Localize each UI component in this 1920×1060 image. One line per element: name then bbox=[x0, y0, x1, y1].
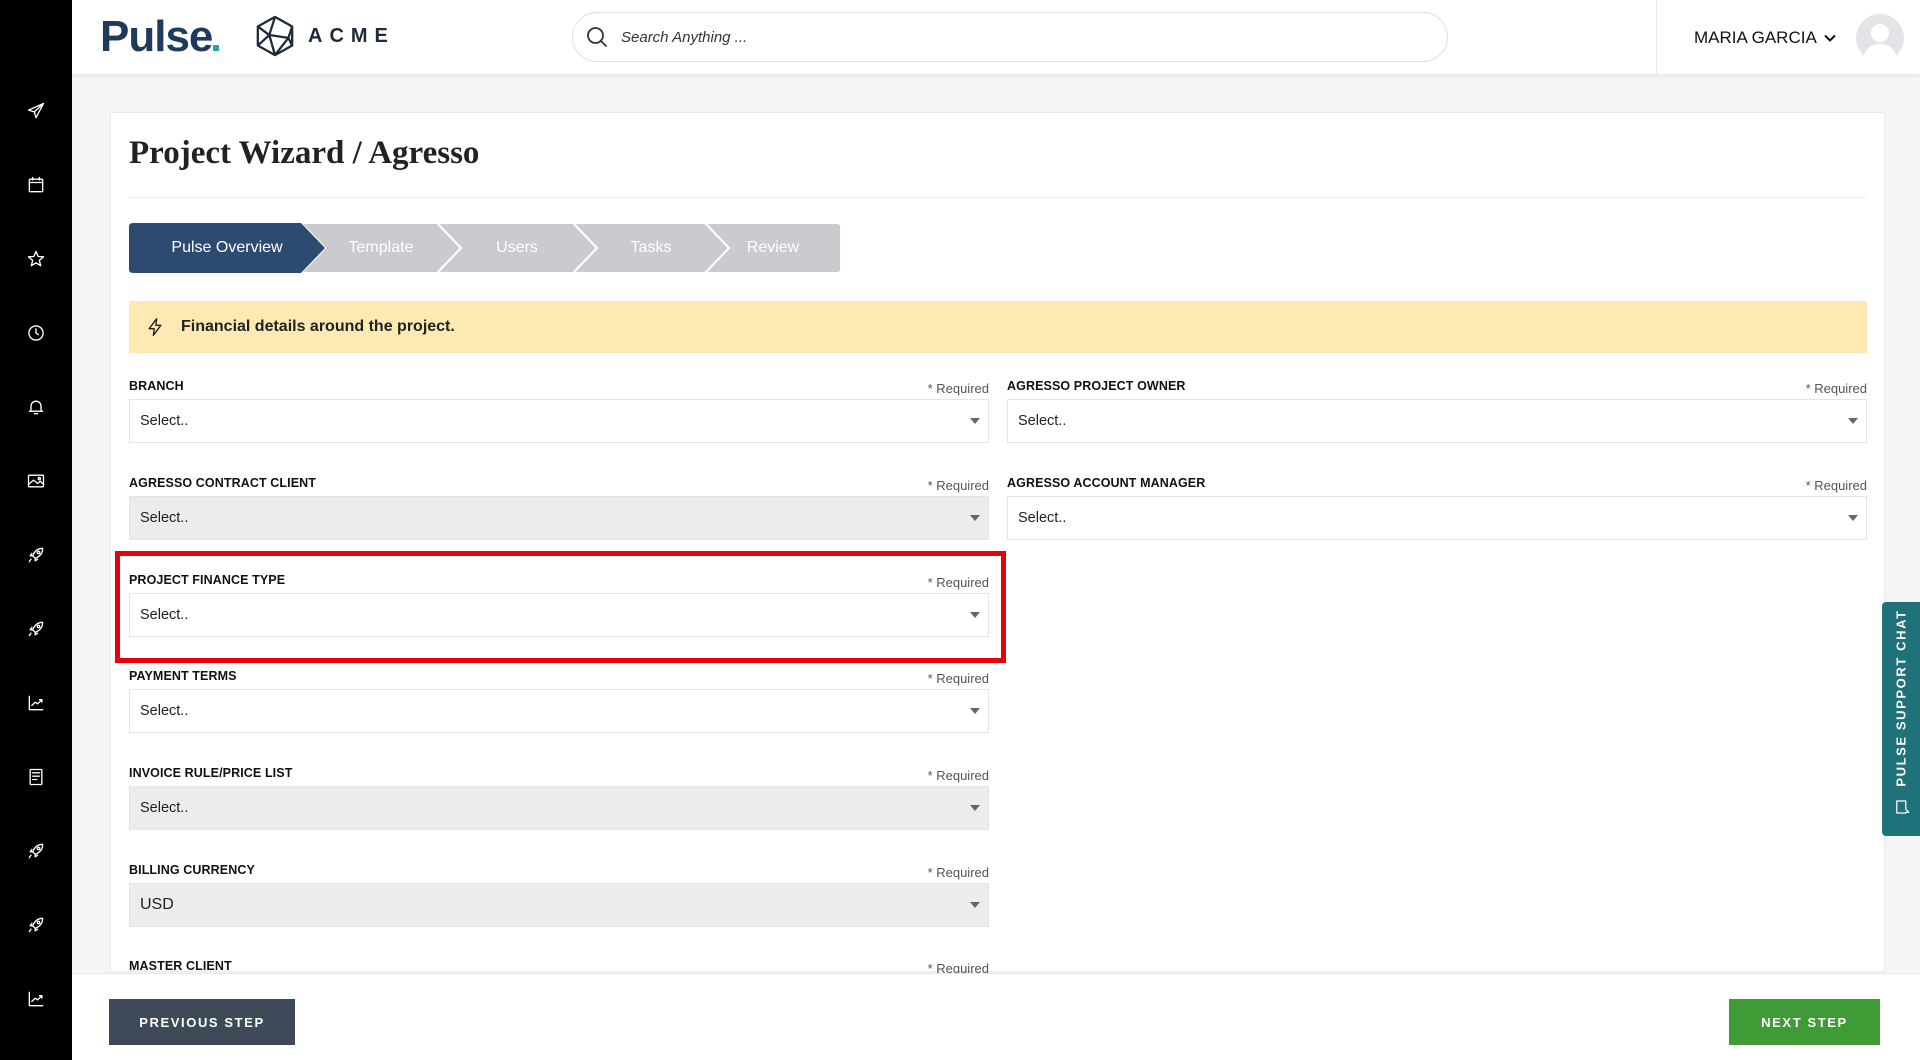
acme-logo-icon bbox=[256, 15, 294, 57]
caret-down-icon bbox=[970, 902, 980, 908]
support-chat-label: PULSE SUPPORT CHAT bbox=[1893, 609, 1909, 787]
rocket-icon[interactable] bbox=[24, 543, 48, 567]
field-label: BILLING CURRENCY bbox=[129, 863, 255, 877]
required-indicator: * Required bbox=[927, 961, 989, 973]
field-label: AGRESSO ACCOUNT MANAGER bbox=[1007, 476, 1206, 490]
previous-step-button[interactable]: PREVIOUS STEP bbox=[109, 999, 295, 1045]
select-value: Select.. bbox=[140, 510, 189, 526]
info-banner: Financial details around the project. bbox=[129, 301, 1867, 353]
step-label: Review bbox=[746, 239, 800, 256]
step-users[interactable]: Users bbox=[437, 223, 597, 273]
search-input[interactable] bbox=[621, 28, 1401, 46]
search-icon bbox=[587, 27, 607, 47]
caret-down-icon bbox=[1848, 418, 1858, 424]
banner-text: Financial details around the project. bbox=[181, 318, 455, 335]
select-value: Select.. bbox=[1018, 510, 1067, 526]
user-name: MARIA GARCIA bbox=[1694, 28, 1817, 47]
caret-down-icon bbox=[970, 418, 980, 424]
lightning-icon bbox=[148, 318, 162, 336]
paper-plane-icon[interactable] bbox=[24, 99, 48, 123]
footer-bar: PREVIOUS STEP NEXT STEP bbox=[72, 973, 1920, 1060]
select-value: Select.. bbox=[140, 413, 189, 429]
caret-down-icon bbox=[970, 708, 980, 714]
calendar-icon[interactable] bbox=[24, 173, 48, 197]
payment-terms-select[interactable]: Select.. bbox=[129, 689, 989, 733]
bell-icon[interactable] bbox=[24, 395, 48, 419]
master-client-field: MASTER CLIENT * Required bbox=[129, 959, 989, 973]
chevron-down-icon bbox=[1824, 34, 1836, 42]
agresso-project-owner-select[interactable]: Select.. bbox=[1007, 399, 1867, 443]
field-label: MASTER CLIENT bbox=[129, 959, 232, 973]
select-value: Select.. bbox=[140, 607, 189, 623]
select-value: Select.. bbox=[1018, 413, 1067, 429]
step-pulse-overview[interactable]: Pulse Overview bbox=[129, 223, 325, 273]
required-indicator: * Required bbox=[927, 671, 989, 686]
avatar[interactable] bbox=[1856, 14, 1904, 62]
step-template[interactable]: Template bbox=[301, 223, 461, 273]
field-label: INVOICE RULE/PRICE LIST bbox=[129, 766, 293, 780]
search-bar[interactable] bbox=[572, 12, 1448, 62]
agresso-account-manager-select[interactable]: Select.. bbox=[1007, 496, 1867, 540]
agresso-contract-client-select[interactable]: Select.. bbox=[129, 496, 989, 540]
support-chat-tab[interactable]: PULSE SUPPORT CHAT bbox=[1882, 602, 1920, 836]
branch-select[interactable]: Select.. bbox=[129, 399, 989, 443]
step-label: Pulse Overview bbox=[171, 239, 283, 256]
step-label: Tasks bbox=[630, 239, 672, 256]
project-finance-type-select[interactable]: Select.. bbox=[129, 593, 989, 637]
select-value: Select.. bbox=[140, 800, 189, 816]
page-title: Project Wizard / Agresso bbox=[129, 135, 480, 171]
required-indicator: * Required bbox=[927, 381, 989, 396]
wizard-steps: Pulse Overview Template Users Tasks Revi… bbox=[129, 223, 841, 273]
required-indicator: * Required bbox=[927, 478, 989, 493]
field-label: AGRESSO PROJECT OWNER bbox=[1007, 379, 1186, 393]
pulse-logo-text: Pulse bbox=[100, 12, 213, 61]
next-step-button[interactable]: NEXT STEP bbox=[1729, 999, 1880, 1045]
required-indicator: * Required bbox=[927, 865, 989, 880]
step-label: Template bbox=[348, 239, 414, 256]
select-value: Select.. bbox=[140, 703, 189, 719]
top-header: Pulse ACME MARIA GARCIA bbox=[72, 0, 1920, 74]
chart-icon[interactable] bbox=[24, 987, 48, 1011]
star-icon[interactable] bbox=[24, 247, 48, 271]
acme-brand-text: ACME bbox=[308, 24, 395, 47]
caret-down-icon bbox=[970, 515, 980, 521]
rocket-icon[interactable] bbox=[24, 839, 48, 863]
image-icon[interactable] bbox=[24, 469, 48, 493]
invoice-rule-select[interactable]: Select.. bbox=[129, 786, 989, 830]
user-menu[interactable]: MARIA GARCIA bbox=[1694, 28, 1837, 48]
caret-down-icon bbox=[970, 805, 980, 811]
field-label: PROJECT FINANCE TYPE bbox=[129, 573, 286, 587]
required-indicator: * Required bbox=[1805, 381, 1867, 396]
field-label: BRANCH bbox=[129, 379, 184, 393]
title-divider bbox=[129, 197, 1867, 198]
pulse-logo[interactable]: Pulse bbox=[100, 12, 220, 62]
billing-currency-select[interactable]: USD bbox=[129, 883, 989, 927]
notebook-icon[interactable] bbox=[24, 765, 48, 789]
wizard-card: Project Wizard / Agresso Pulse Overview … bbox=[110, 112, 1885, 973]
rocket-icon[interactable] bbox=[24, 617, 48, 641]
chat-icon bbox=[1896, 800, 1910, 814]
field-label: PAYMENT TERMS bbox=[129, 669, 237, 683]
rocket-icon[interactable] bbox=[24, 913, 48, 937]
caret-down-icon bbox=[1848, 515, 1858, 521]
chart-icon[interactable] bbox=[24, 691, 48, 715]
step-label: Users bbox=[496, 239, 538, 256]
required-indicator: * Required bbox=[927, 575, 989, 590]
user-avatar-icon bbox=[1862, 24, 1898, 62]
sidebar bbox=[0, 0, 72, 1060]
logo-dot bbox=[213, 45, 220, 51]
clock-icon[interactable] bbox=[24, 321, 48, 345]
required-indicator: * Required bbox=[927, 768, 989, 783]
caret-down-icon bbox=[970, 612, 980, 618]
header-divider bbox=[1656, 0, 1657, 74]
acme-logo: ACME bbox=[254, 14, 395, 58]
select-value: USD bbox=[140, 896, 174, 913]
field-label: AGRESSO CONTRACT CLIENT bbox=[129, 476, 317, 490]
required-indicator: * Required bbox=[1805, 478, 1867, 493]
